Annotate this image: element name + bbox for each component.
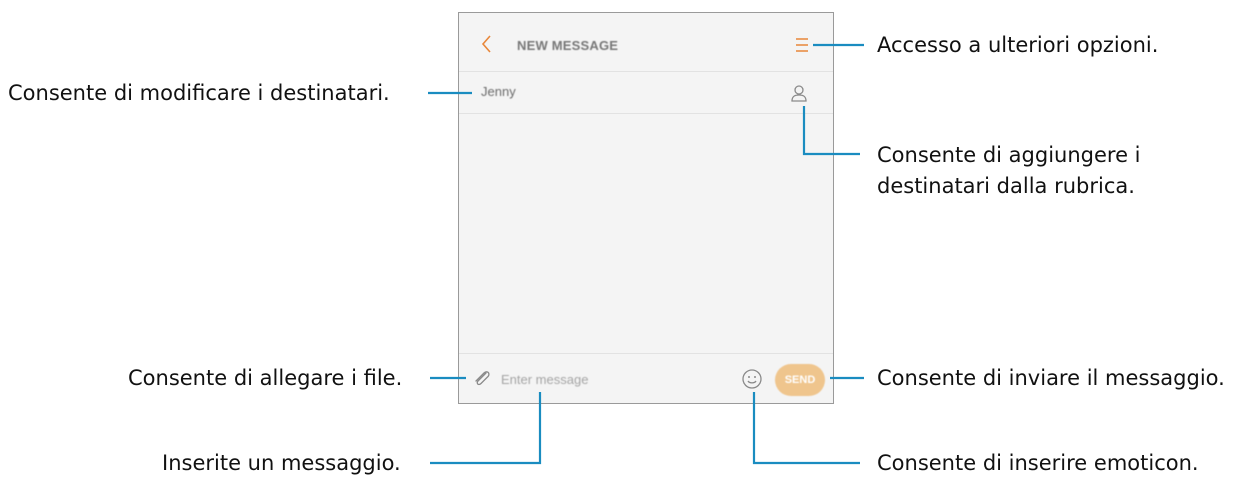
leader-lines <box>428 43 864 465</box>
callout-options: Accesso a ulteriori opzioni. <box>877 33 1159 57</box>
leader-line-emoticon <box>752 392 860 465</box>
leader-line-enter-message <box>430 392 542 465</box>
leader-line-add-contacts <box>802 106 860 156</box>
callout-edit-recipients: Consente di modificare i destinatari. <box>8 81 390 105</box>
callout-enter-message: Inserite un messaggio. <box>162 451 401 475</box>
callout-add-contacts-line2: destinatari dalla rubrica. <box>877 174 1135 198</box>
callout-insert-emoticon: Consente di inserire emoticon. <box>877 451 1199 475</box>
callout-add-contacts-line1: Consente di aggiungere i <box>877 143 1141 167</box>
callout-send-message: Consente di inviare il messaggio. <box>877 366 1225 390</box>
callout-attach-files: Consente di allegare i file. <box>128 366 403 390</box>
